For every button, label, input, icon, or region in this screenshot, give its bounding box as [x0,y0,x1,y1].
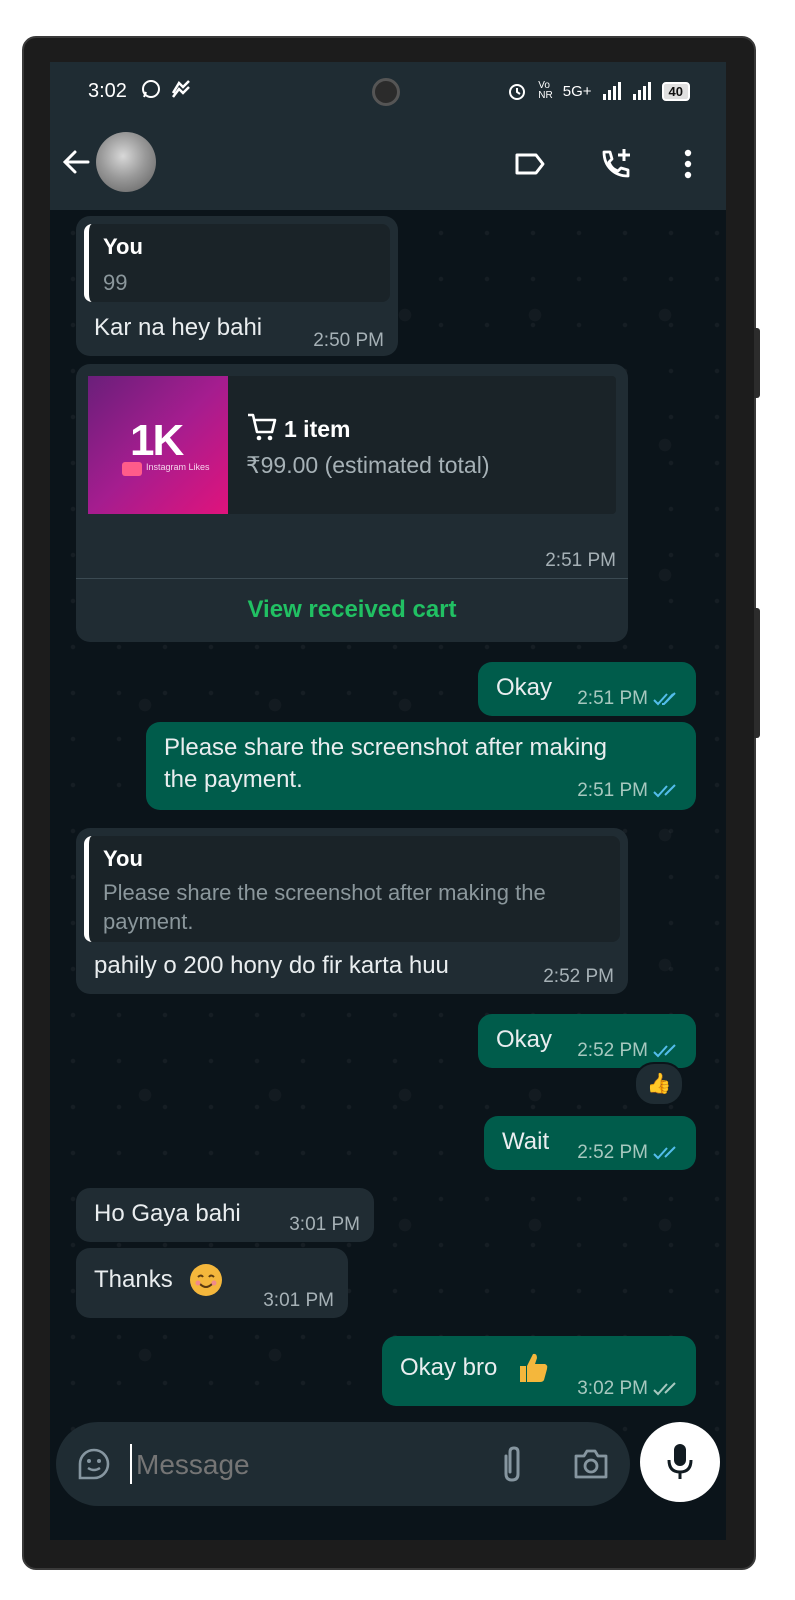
quote-text: Please share the screenshot after making… [103,880,546,905]
view-cart-button[interactable]: View received cart [76,596,628,624]
reaction-badge[interactable]: 👍 [634,1062,684,1106]
text-cursor [130,1444,132,1484]
battery-icon: 40 [661,81,690,101]
read-ticks-icon [653,692,676,706]
message-outgoing[interactable]: Please share the screenshot after making… [146,722,696,810]
message-composer[interactable] [56,1422,630,1506]
message-outgoing[interactable]: Okay bro 3:02 PM [382,1336,696,1406]
message-incoming[interactable]: Ho Gaya bahi 3:01 PM [76,1188,374,1242]
quoted-message[interactable]: You 99 [84,224,390,302]
message-text: Wait [502,1128,550,1155]
thumbnail-title: 1K [130,416,184,465]
more-options-icon[interactable] [670,146,706,182]
back-arrow-icon[interactable] [58,144,94,180]
side-button [754,328,760,398]
quote-author: You [103,846,143,871]
thumbnail-subtitle: Instagram Likes [146,462,210,472]
network-type: 5G+ [562,82,592,100]
whatsapp-status-icon [140,78,162,105]
cart-total: ₹99.00 (estimated total) [246,452,490,478]
quote-author: You [103,234,143,259]
system-icons: Vo NR 5G+ 40 [506,80,690,102]
message-outgoing[interactable]: Okay 2:52 PM [478,1014,696,1068]
contact-avatar[interactable] [96,132,156,192]
read-ticks-icon [653,1044,676,1058]
message-text: pahily o 200 hony do fir karta huu [94,952,449,979]
screen: 3:02 Vo NR 5G+ 40 You 99 Kar na hey bahi… [50,62,726,1540]
delivered-ticks-icon [653,1382,676,1396]
message-text: Okay [496,674,553,701]
cart-message[interactable]: 1K Instagram Likes 1 item ₹99.00 (estima… [76,364,628,642]
thumbs-up-icon: 👍 [646,1073,672,1095]
alarm-icon [509,84,526,100]
read-ticks-icon [653,784,676,798]
divider [76,578,628,579]
chat-area[interactable]: You 99 Kar na hey bahi 2:50 PM 1K Instag… [50,210,726,1480]
cart-card[interactable]: 1K Instagram Likes 1 item ₹99.00 (estima… [88,376,616,514]
quoted-message[interactable]: You Please share the screenshot after ma… [84,836,620,942]
volte-icon: Vo NR [538,80,553,101]
side-button [754,608,760,738]
message-time: 2:51 PM [577,780,684,802]
message-time: 2:51 PM [577,688,684,710]
message-time: 2:51 PM [545,550,616,571]
message-text: Kar na hey bahi [94,314,263,341]
voice-record-button[interactable] [640,1422,720,1502]
camera-icon[interactable] [572,1446,610,1482]
heart-icon [122,462,142,476]
message-incoming[interactable]: You Please share the screenshot after ma… [76,828,628,994]
message-incoming[interactable]: Thanks 3:01 PM [76,1248,348,1318]
message-incoming[interactable]: You 99 Kar na hey bahi 2:50 PM [76,216,398,356]
status-bar: 3:02 Vo NR 5G+ 40 [50,62,726,120]
read-ticks-icon [653,1146,676,1160]
message-time: 3:01 PM [289,1214,360,1235]
mic-icon [667,1444,693,1479]
chat-header [50,120,726,210]
message-outgoing[interactable]: Okay 2:51 PM [478,662,696,716]
message-text: Please share the screenshot after making [164,734,607,761]
label-icon[interactable] [512,146,548,182]
sticker-icon[interactable] [76,1446,112,1482]
message-text: Ho Gaya bahi [94,1200,241,1227]
message-input[interactable] [134,1442,478,1488]
message-text: Okay [496,1026,553,1053]
message-time: 2:50 PM [313,330,384,351]
message-text: Okay bro [400,1354,498,1381]
quote-text: payment. [103,909,194,934]
signal-icon [602,82,621,100]
add-call-icon[interactable] [598,146,634,182]
cart-item-count: 1 item [284,416,351,442]
app-status-icon [170,78,192,105]
message-outgoing[interactable]: Wait 2:52 PM [484,1116,696,1170]
thumbs-up-icon [516,1350,550,1386]
smiling-emoji-icon [190,1264,222,1296]
message-time: 2:52 PM [543,966,614,987]
signal-icon [632,82,651,100]
message-time: 3:02 PM [577,1378,684,1400]
camera-cutout [372,78,400,106]
cart-thumbnail: 1K Instagram Likes [88,376,228,514]
quote-text: 99 [103,270,128,295]
cart-icon [248,413,277,441]
attach-icon[interactable] [496,1444,528,1484]
status-time: 3:02 [88,80,127,102]
message-text: Thanks [94,1266,173,1293]
message-time: 2:52 PM [577,1142,684,1164]
message-time: 2:52 PM [577,1040,684,1062]
message-time: 3:01 PM [263,1290,334,1311]
message-text: the payment. [164,766,303,793]
